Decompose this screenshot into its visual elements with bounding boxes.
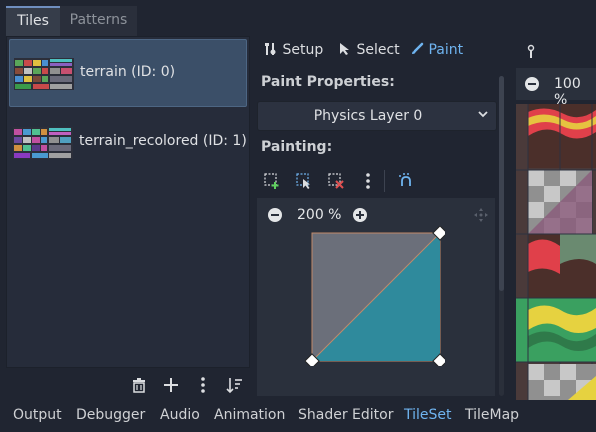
add-point-icon[interactable] [262, 171, 282, 191]
sources-toolbar [6, 370, 250, 400]
atlas-thumbnail-icon [13, 127, 73, 159]
picker-icon[interactable] [524, 44, 538, 60]
bottom-tab-audio[interactable]: Audio [160, 407, 200, 423]
sort-icon[interactable] [224, 374, 246, 396]
edit-point-icon[interactable] [294, 171, 314, 191]
setup-mode-button[interactable]: Setup [264, 42, 323, 58]
chevron-down-icon [476, 107, 490, 121]
paint-mode-label: Paint [428, 42, 464, 58]
source-label: terrain_recolored (ID: 1) [79, 133, 247, 149]
paint-mode-button[interactable]: Paint [410, 42, 463, 58]
bottom-tab-output[interactable]: Output [13, 407, 62, 423]
tile-mode-bar: Setup Select Paint [256, 36, 506, 66]
delete-point-icon[interactable] [326, 171, 346, 191]
zoom-in-icon[interactable] [352, 207, 368, 223]
cursor-icon [340, 43, 349, 55]
bottom-tab-debugger[interactable]: Debugger [76, 407, 145, 423]
painting-toolbar [256, 166, 496, 196]
tab-tiles[interactable]: Tiles [6, 6, 60, 36]
pan-icon[interactable] [473, 207, 489, 223]
tile-atlas-view[interactable] [516, 104, 596, 400]
bottom-tab-tilemap[interactable]: TileMap [465, 407, 519, 423]
toolbar-divider [384, 170, 385, 192]
kebab-menu-icon[interactable] [192, 374, 214, 396]
bottom-tab-animation[interactable]: Animation [214, 407, 285, 423]
atlas-thumbnail-icon [14, 58, 74, 90]
bottom-tab-tileset[interactable]: TileSet [404, 407, 452, 423]
painting-heading: Painting: [261, 139, 333, 155]
right-toolbar [510, 36, 596, 66]
atlas-zoom-bar: 100 % [516, 68, 596, 108]
properties-scrollbar[interactable] [499, 76, 504, 291]
zoom-out-icon[interactable] [267, 207, 283, 223]
plus-icon[interactable] [160, 374, 182, 396]
tab-patterns[interactable]: Patterns [60, 6, 137, 36]
tileset-sources-list: terrain (ID: 0) terrain_recolored (ID: 1… [6, 36, 250, 368]
bottom-tab-shader-editor[interactable]: Shader Editor [298, 407, 393, 423]
snap-icon[interactable] [396, 171, 416, 191]
brush-icon [412, 42, 424, 54]
setup-mode-label: Setup [282, 42, 324, 58]
kebab-menu-icon[interactable] [358, 171, 378, 191]
tile-polygon-preview[interactable] [305, 226, 445, 366]
polygon-editor-canvas[interactable]: 200 % [257, 198, 495, 396]
select-mode-button[interactable]: Select [338, 42, 400, 58]
paint-property-value: Physics Layer 0 [313, 108, 423, 124]
source-item-terrain[interactable]: terrain (ID: 0) [9, 39, 247, 107]
polygon-zoom-label: 200 % [297, 207, 342, 223]
bottom-panel-tabs: Output Debugger Audio Animation Shader E… [0, 400, 596, 432]
select-mode-label: Select [356, 42, 400, 58]
source-item-terrain-recolored[interactable]: terrain_recolored (ID: 1) [9, 109, 247, 177]
wrench-icon [265, 43, 276, 55]
source-label: terrain (ID: 0) [80, 64, 176, 80]
paint-properties-heading: Paint Properties: [261, 74, 395, 90]
top-tab-bar: Tiles Patterns [0, 0, 596, 36]
paint-property-dropdown[interactable]: Physics Layer 0 [257, 101, 497, 131]
trash-icon[interactable] [128, 374, 150, 396]
zoom-out-icon[interactable] [524, 76, 540, 92]
